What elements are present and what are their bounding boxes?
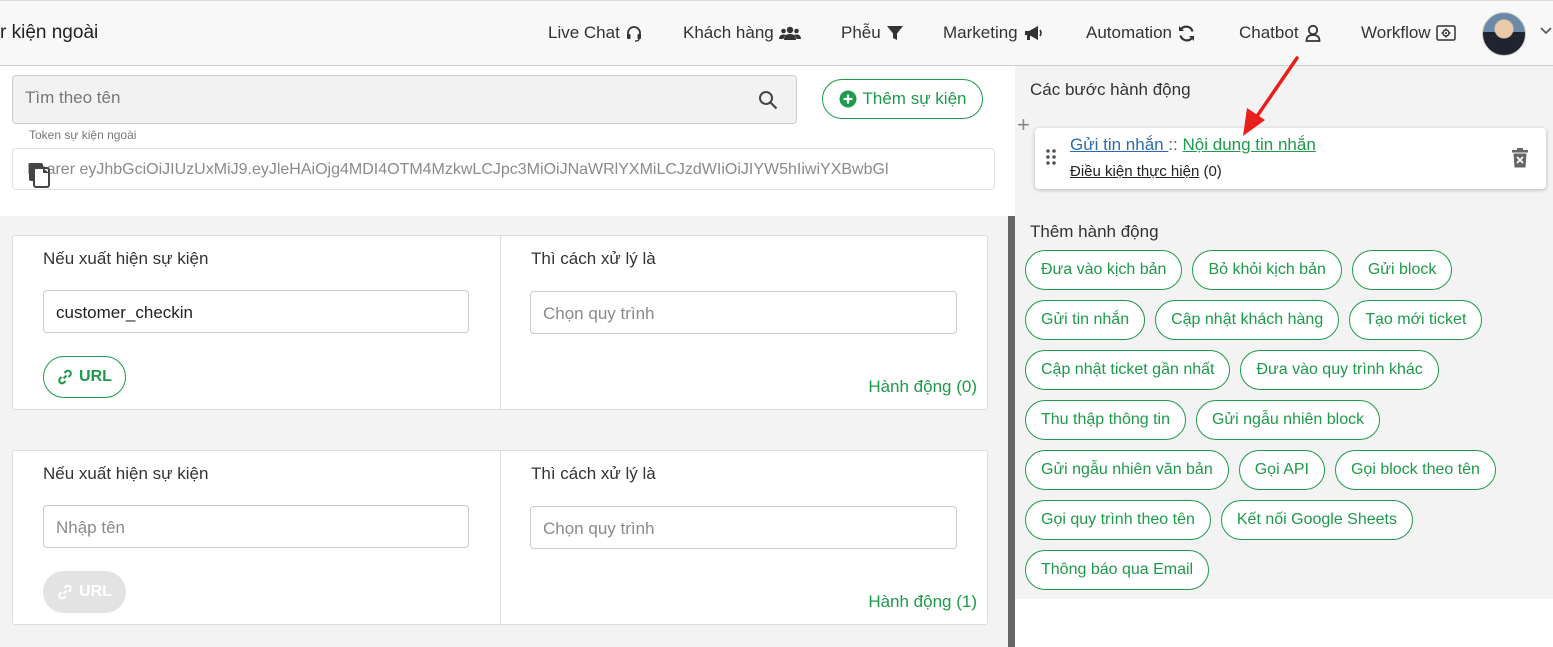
robot-icon [1304,24,1322,42]
card-divider [500,236,501,409]
plus-circle-icon [839,90,857,108]
drag-handle-icon[interactable] [1046,149,1056,165]
step-content-link[interactable]: Nội dung tin nhắn [1183,135,1316,154]
token-field[interactable]: Bearer eyJhbGciOiJIUzUxMiJ9.eyJleHAiOjg4… [12,148,995,190]
workflow-select[interactable]: Chọn quy trình [530,291,957,334]
token-label: Token sự kiện ngoài [27,128,139,142]
action-chip[interactable]: Gửi ngẫu nhiên block [1195,400,1381,440]
workflow-placeholder: Chọn quy trình [543,304,655,323]
handler-heading: Thì cách xử lý là [531,464,656,483]
avatar[interactable] [1482,12,1526,56]
link-icon [57,369,73,385]
sync-icon [1177,24,1196,43]
workflow-icon [1435,24,1456,42]
action-chip[interactable]: Đưa vào quy trình khác [1240,350,1439,390]
action-chip[interactable]: Tạo mới ticket [1349,300,1483,340]
nav-automation-label: Automation [1086,23,1172,42]
event-card: Nếu xuất hiện sự kiện Nhập tên URL Thì c… [12,450,988,625]
add-step-plus[interactable]: + [1017,112,1030,138]
event-list-toolbar: Thêm sự kiện Bearer eyJhbGciOiJIUzUxMiJ9… [0,66,1015,216]
nav-automation[interactable]: Automation [1086,23,1196,43]
action-chip[interactable]: Kết nối Google Sheets [1220,500,1413,540]
copy-icon[interactable] [27,161,952,189]
megaphone-icon [1023,24,1043,42]
delete-icon[interactable] [1512,148,1528,168]
action-steps-pane: Các bước hành động + Gửi tin nhắn :: Nội… [1015,66,1553,647]
event-name-value: customer_checkin [56,303,194,322]
event-name-field[interactable]: Nhập tên [43,505,469,548]
url-button[interactable]: URL [43,571,126,613]
step-separator: :: [1168,135,1178,154]
step-title-line: Gửi tin nhắn :: Nội dung tin nhắn [1070,135,1316,155]
event-card: Nếu xuất hiện sự kiện customer_checkin U… [12,235,988,410]
headset-icon [625,24,643,42]
step-condition-count: (0) [1203,163,1222,180]
link-icon [57,584,73,600]
action-chip[interactable]: Gọi block theo tên [1334,450,1496,490]
card-divider [500,451,501,624]
users-icon [778,25,801,41]
vertical-scrollbar[interactable] [1008,216,1015,647]
handler-heading: Thì cách xử lý là [531,249,656,268]
actions-link[interactable]: Hành động (0) [868,377,977,397]
steps-title: Các bước hành động [1030,80,1191,99]
action-chip[interactable]: Cập nhật ticket gần nhất [1025,350,1231,390]
add-event-button[interactable]: Thêm sự kiện [822,79,983,119]
action-chip[interactable]: Gọi quy trình theo tên [1025,500,1211,540]
nav-chatbot[interactable]: Chatbot [1239,23,1322,43]
nav-funnel[interactable]: Phễu [841,23,904,43]
action-chip[interactable]: Bỏ khỏi kịch bản [1192,250,1342,290]
search-input[interactable] [25,88,725,108]
chevron-down-icon[interactable] [1540,27,1552,35]
action-chip[interactable]: Gọi API [1238,450,1325,490]
event-name-field[interactable]: customer_checkin [43,290,469,333]
step-card: Gửi tin nhắn :: Nội dung tin nhắn Điều k… [1035,128,1546,189]
nav-live-chat-label: Live Chat [548,23,620,42]
filter-icon [886,24,904,42]
action-chip[interactable]: Đưa vào kịch bản [1025,250,1183,290]
nav-customers-label: Khách hàng [683,23,774,42]
condition-heading: Nếu xuất hiện sự kiện [43,249,209,268]
action-chip[interactable]: Thông báo qua Email [1025,550,1210,590]
event-list-pane: Thêm sự kiện Bearer eyJhbGciOiJIUzUxMiJ9… [0,66,1015,647]
pane-footer-space [1015,599,1553,647]
add-action-title: Thêm hành động [1030,222,1159,241]
step-condition-line: Điều kiện thực hiện (0) [1070,163,1222,180]
action-chip[interactable]: Cập nhật khách hàng [1155,300,1340,340]
condition-heading: Nếu xuất hiện sự kiện [43,464,209,483]
nav-marketing[interactable]: Marketing [943,23,1043,43]
search-box [12,75,797,124]
nav-workflow-label: Workflow [1361,23,1431,42]
action-chip[interactable]: Gửi block [1351,250,1453,290]
action-chip[interactable]: Gửi tin nhắn [1025,300,1146,340]
nav-chatbot-label: Chatbot [1239,23,1299,42]
nav-live-chat[interactable]: Live Chat [548,23,643,43]
url-label: URL [79,368,112,385]
page-title: r kiện ngoài [0,22,99,43]
url-label: URL [79,583,112,600]
nav-workflow[interactable]: Workflow [1361,23,1456,43]
step-action-link[interactable]: Gửi tin nhắn [1070,135,1168,154]
event-cards-area: Nếu xuất hiện sự kiện customer_checkin U… [0,216,1008,647]
event-name-placeholder: Nhập tên [56,518,125,537]
actions-link[interactable]: Hành động (1) [868,592,977,612]
top-navbar: r kiện ngoài Live Chat Khách hàng Phễu M… [0,0,1553,66]
workflow-select[interactable]: Chọn quy trình [530,506,957,549]
nav-funnel-label: Phễu [841,23,881,42]
nav-customers[interactable]: Khách hàng [683,23,801,43]
url-button[interactable]: URL [43,356,126,398]
action-chip[interactable]: Gửi ngẫu nhiên văn bản [1025,450,1229,490]
action-chip[interactable]: Thu thập thông tin [1025,400,1186,440]
add-event-label: Thêm sự kiện [862,89,967,108]
action-chip-list: Đưa vào kịch bản Bỏ khỏi kịch bản Gửi bloc… [1025,250,1525,590]
step-condition-link[interactable]: Điều kiện thực hiện [1070,163,1199,180]
workflow-placeholder: Chọn quy trình [543,519,655,538]
search-icon[interactable] [758,90,778,110]
nav-marketing-label: Marketing [943,23,1018,42]
